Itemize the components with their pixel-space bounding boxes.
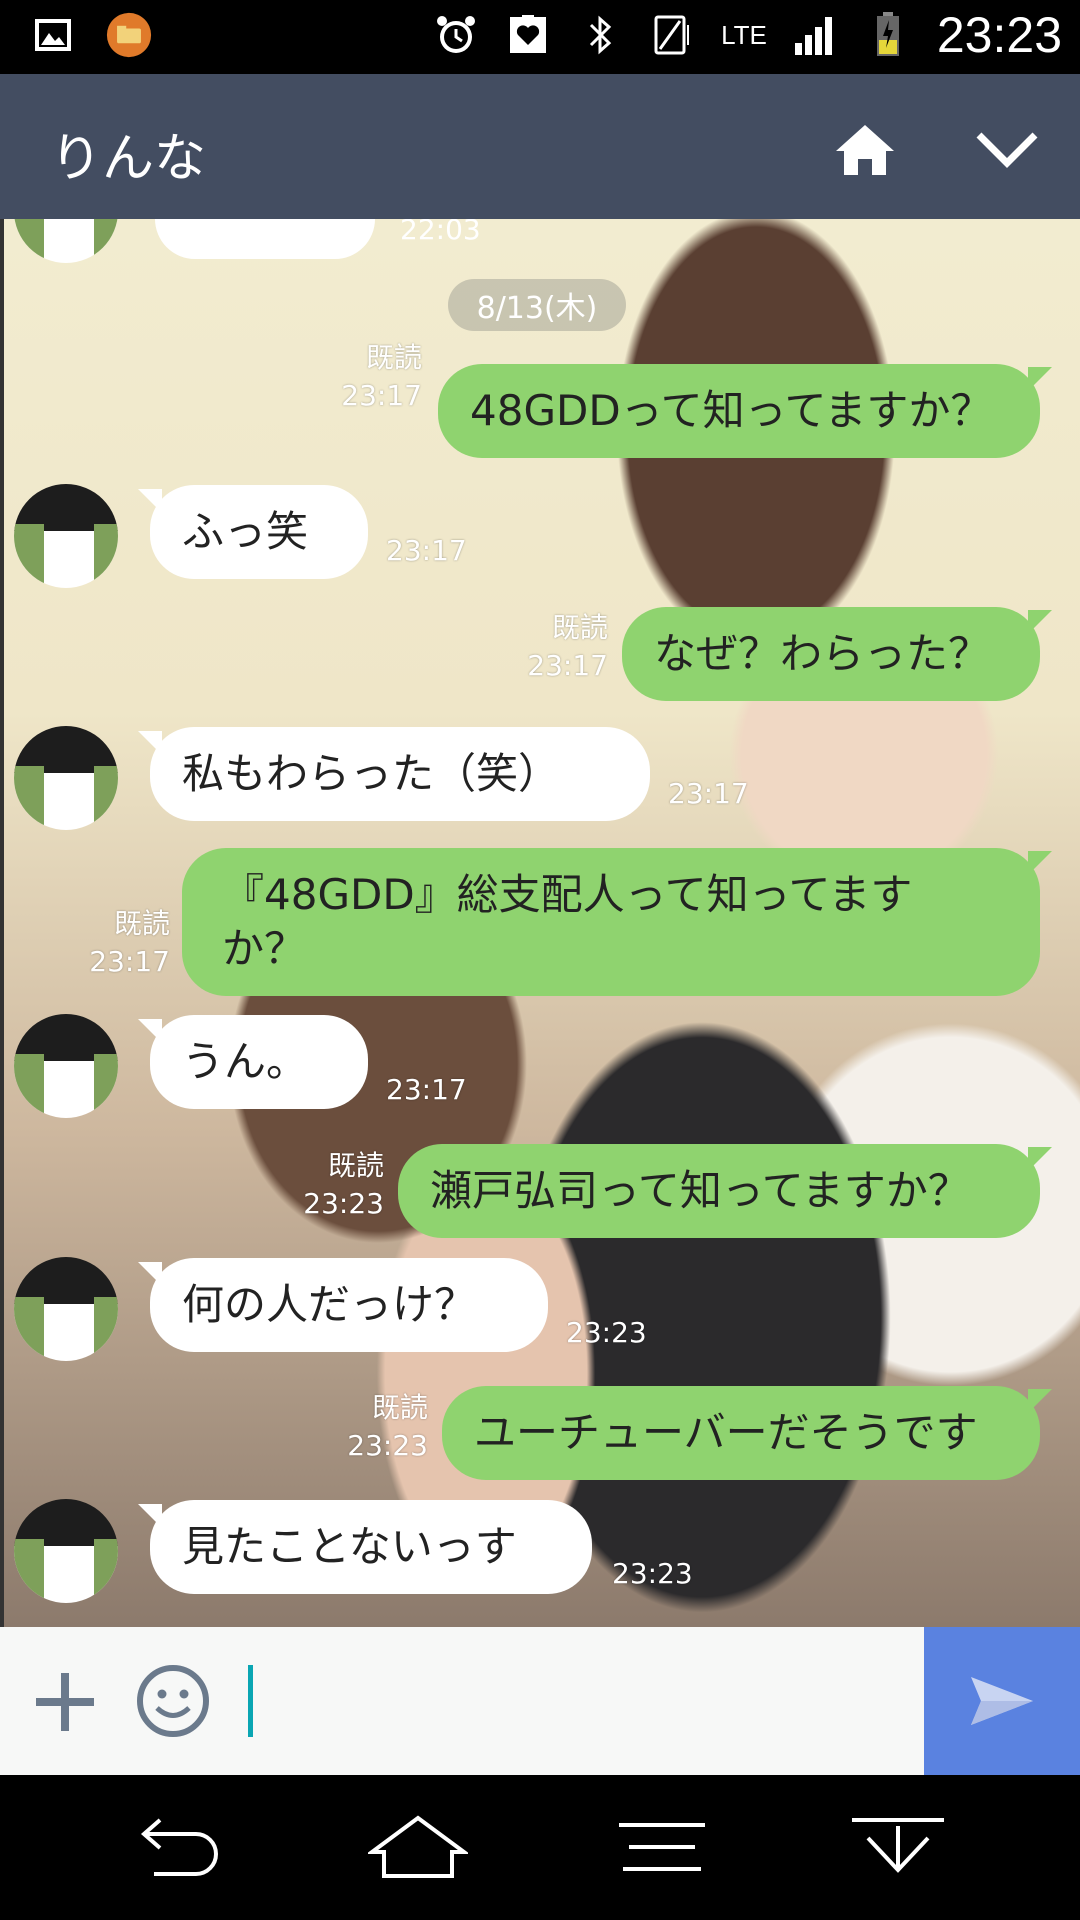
heart-badge-icon — [505, 12, 551, 58]
bubble-tail — [1028, 851, 1052, 875]
system-home-button[interactable] — [368, 1807, 468, 1887]
message-text: 48GDDって知ってますか？ — [470, 386, 993, 435]
contact-avatar[interactable] — [14, 726, 118, 830]
back-icon — [140, 1818, 218, 1876]
message-text-line: 『48GDD』総支配人って知ってます — [222, 870, 913, 919]
menu-icon — [619, 1823, 705, 1871]
message-input-bar — [0, 1627, 1080, 1775]
message-text: なぜ？わらった？ — [654, 629, 991, 678]
plus-icon — [36, 1673, 94, 1731]
contact-avatar[interactable] — [14, 1257, 118, 1361]
message-time: 23:17 — [386, 1073, 467, 1106]
message-time: 23:17 — [386, 534, 467, 567]
message-text: 見たことないっす — [182, 1522, 517, 1571]
message-text: 瀬戸弘司って知ってますか？ — [430, 1166, 970, 1215]
message-meta: 既読 23:17 — [330, 339, 422, 415]
message-meta: 既読 23:23 — [340, 1389, 428, 1465]
message-text-line: か？ — [222, 924, 307, 973]
contact-name: りんな — [50, 129, 207, 189]
back-button[interactable] — [124, 1807, 224, 1887]
outgoing-message[interactable]: 『48GDD』総支配人って知ってます か？ — [182, 848, 1040, 996]
battery-icon — [865, 12, 911, 58]
read-receipt: 既読 — [371, 1391, 428, 1424]
message-text: うん。 — [182, 1037, 309, 1086]
message-meta: 既読 23:17 — [86, 905, 170, 981]
message-text: ふっ笑 — [182, 507, 309, 556]
bubble-tail — [1028, 1389, 1052, 1413]
message-text: 何の人だっけ？ — [182, 1280, 477, 1329]
text-cursor — [248, 1665, 253, 1737]
recent-apps-button[interactable] — [612, 1807, 712, 1887]
outgoing-message[interactable]: 48GDDって知ってますか？ — [438, 364, 1040, 458]
message-time: 23:23 — [347, 1429, 428, 1462]
vibrate-icon — [649, 12, 695, 58]
message-text: ユーチューバーだそうです — [474, 1408, 978, 1457]
chat-area[interactable]: 22:03 8/13(木) 既読 23:17 48GDDって知ってますか？ ふっ… — [0, 219, 1080, 1627]
partial-message-time: 22:03 — [400, 219, 481, 246]
contact-avatar[interactable] — [14, 219, 118, 263]
bubble-tail — [1028, 610, 1052, 634]
alarm-icon — [433, 12, 479, 58]
message-time: 23:17 — [668, 777, 749, 810]
home-outline-icon — [368, 1815, 468, 1878]
incoming-message[interactable]: 何の人だっけ？ — [150, 1258, 548, 1352]
incoming-message[interactable]: ふっ笑 — [150, 485, 368, 579]
bubble-tail — [1028, 367, 1052, 391]
message-meta: 既読 23:17 — [520, 609, 608, 685]
outgoing-message[interactable]: ユーチューバーだそうです — [442, 1386, 1040, 1480]
send-icon — [971, 1677, 1033, 1725]
home-button[interactable] — [830, 114, 900, 184]
read-receipt: 既読 — [327, 1149, 384, 1182]
system-nav-bar — [0, 1775, 1080, 1920]
outgoing-message[interactable]: なぜ？わらった？ — [622, 607, 1040, 701]
attach-button[interactable] — [30, 1667, 100, 1737]
outgoing-message[interactable]: 瀬戸弘司って知ってますか？ — [398, 1144, 1040, 1238]
menu-toggle-button[interactable] — [972, 114, 1042, 184]
message-time: 23:23 — [566, 1316, 647, 1349]
contact-avatar[interactable] — [14, 1499, 118, 1603]
chevron-down-icon — [976, 132, 1038, 168]
gallery-icon — [30, 12, 76, 58]
emoji-icon — [137, 1665, 209, 1737]
read-receipt: 既読 — [551, 611, 608, 644]
bubble-tail — [1028, 1147, 1052, 1171]
network-type: LTE — [721, 20, 767, 50]
send-button[interactable] — [924, 1627, 1080, 1775]
clock: 23:23 — [936, 7, 1062, 63]
incoming-message[interactable]: うん。 — [150, 1015, 368, 1109]
contact-avatar[interactable] — [14, 1014, 118, 1118]
emoji-button[interactable] — [135, 1663, 211, 1739]
incoming-message[interactable]: 私もわらった（笑） — [150, 727, 650, 821]
message-text: 私もわらった（笑） — [182, 749, 561, 798]
read-receipt: 既読 — [113, 907, 170, 940]
chat-header: りんな — [0, 74, 1080, 219]
file-manager-icon — [106, 12, 152, 58]
signal-icon — [793, 12, 839, 58]
partial-message-bubble — [155, 219, 375, 259]
message-input[interactable] — [240, 1657, 900, 1745]
bluetooth-icon — [577, 12, 623, 58]
home-icon — [836, 125, 894, 175]
read-receipt: 既読 — [365, 341, 422, 374]
status-bar: LTE 23:23 — [0, 0, 1080, 74]
incoming-message[interactable]: 見たことないっす — [150, 1500, 592, 1594]
contact-avatar[interactable] — [14, 484, 118, 588]
date-separator: 8/13(木) — [448, 279, 626, 331]
message-time: 23:23 — [303, 1187, 384, 1220]
message-time: 23:17 — [341, 379, 422, 412]
message-time: 23:23 — [612, 1557, 693, 1590]
message-time: 23:17 — [527, 649, 608, 682]
notification-button[interactable] — [848, 1807, 948, 1887]
message-time: 23:17 — [89, 945, 170, 978]
message-meta: 既読 23:23 — [296, 1147, 384, 1223]
collapse-icon — [852, 1818, 944, 1873]
